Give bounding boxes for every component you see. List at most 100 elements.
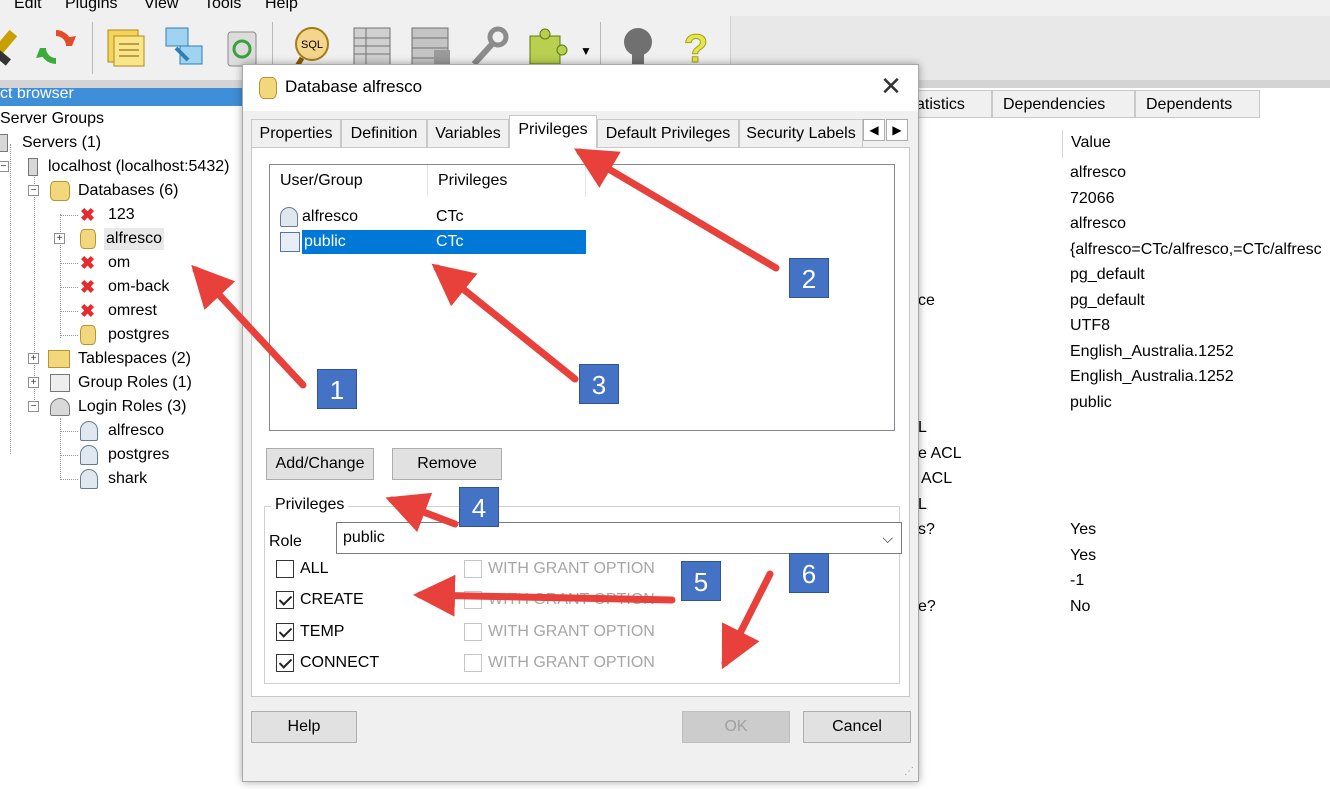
tree-tablespaces[interactable]: + Tablespaces (2) [0, 348, 220, 370]
grant-option-checkbox[interactable] [464, 560, 482, 578]
tree-servers[interactable]: Servers (1) [0, 132, 120, 154]
list-item[interactable]: alfresco CTc [278, 205, 586, 229]
tab-privileges[interactable]: Privileges [509, 115, 597, 148]
role-label: Role [269, 533, 302, 550]
value-column-header[interactable]: Value [1062, 130, 1330, 158]
menu-plugins[interactable]: Plugins [65, 0, 117, 13]
property-value: {alfresco=CTc/alfresco,=CTc/alfresc [1070, 241, 1322, 258]
tree-db-item[interactable]: ✖ om [0, 252, 200, 274]
property-value: pg_default [1070, 266, 1145, 283]
tree-db-item[interactable]: ✖ 123 [0, 204, 200, 226]
menu-bar: Edit Plugins View Tools Help [0, 0, 1330, 16]
database-icon [50, 181, 70, 201]
list-item[interactable]: public CTc [278, 230, 586, 254]
chevron-down-icon[interactable]: ⌵ [882, 523, 893, 553]
grant-option-label: WITH GRANT OPTION [488, 623, 655, 640]
annotation-badge-4: 4 [459, 487, 499, 527]
cancel-button[interactable]: Cancel [803, 711, 911, 743]
tab-properties[interactable]: Properties [251, 119, 341, 147]
tree-group-roles[interactable]: + Group Roles (1) [0, 372, 220, 394]
ok-button[interactable]: OK [682, 711, 790, 743]
tab-dependents[interactable]: Dependents [1135, 90, 1260, 118]
tree-db-item[interactable]: + alfresco [0, 228, 200, 250]
list-item-user: public [304, 233, 346, 250]
toolbar-separator [92, 22, 93, 74]
tree-login-item[interactable]: postgres [0, 444, 200, 466]
tab-definition[interactable]: Definition [341, 119, 427, 147]
help-button[interactable]: Help [251, 711, 357, 743]
list-item-user: alfresco [302, 208, 359, 225]
property-value: UTF8 [1070, 317, 1110, 334]
database-icon [259, 77, 277, 99]
database-error-icon: ✖ [80, 253, 96, 273]
tree-db-item[interactable]: postgres [0, 324, 200, 346]
tab-variables[interactable]: Variables [427, 119, 509, 147]
grant-option-checkbox[interactable] [464, 591, 482, 609]
privileges-page: User/Group Privileges alfresco CTc publi… [251, 147, 910, 697]
create-checkbox[interactable] [276, 591, 294, 609]
menu-help[interactable]: Help [265, 0, 298, 13]
annotation-badge-3: 3 [579, 364, 619, 404]
temp-checkbox[interactable] [276, 623, 294, 641]
expand-icon[interactable]: + [54, 233, 65, 244]
tree-login-item[interactable]: shark [0, 468, 200, 490]
tree-databases[interactable]: − Databases (6) [0, 180, 200, 202]
tab-default-privileges[interactable]: Default Privileges [597, 119, 739, 147]
collapse-icon[interactable]: − [28, 401, 39, 412]
close-icon[interactable]: ✕ [878, 73, 904, 99]
connect-label: CONNECT [300, 654, 380, 671]
grant-option-label: WITH GRANT OPTION [488, 654, 655, 671]
properties-icon[interactable] [104, 24, 148, 70]
chevron-right-icon[interactable]: ▶ [886, 119, 908, 141]
grant-option-checkbox[interactable] [464, 623, 482, 641]
list-item-privileges: CTc [436, 233, 464, 250]
tree-db-item[interactable]: ✖ om-back [0, 276, 200, 298]
dropdown-icon[interactable]: ▼ [580, 44, 592, 58]
database-error-icon: ✖ [80, 205, 96, 225]
menu-edit[interactable]: Edit [14, 0, 42, 13]
menu-view[interactable]: View [144, 0, 178, 13]
server-icon [0, 134, 8, 152]
property-label: s? [918, 521, 935, 538]
chevron-left-icon[interactable]: ◀ [863, 119, 885, 141]
export-icon[interactable] [162, 24, 206, 70]
server-icon [28, 158, 38, 176]
dialog-title: Database alfresco [285, 77, 423, 96]
column-header-user-group[interactable]: User/Group [270, 165, 428, 197]
property-value: English_Australia.1252 [1070, 343, 1234, 360]
tree-login-item[interactable]: alfresco [0, 420, 200, 442]
property-label: L [918, 419, 927, 436]
dialog-titlebar: Database alfresco ✕ [243, 65, 918, 111]
database-icon [80, 325, 96, 345]
add-change-button[interactable]: Add/Change [266, 448, 374, 480]
menu-tools[interactable]: Tools [204, 0, 241, 13]
all-checkbox[interactable] [276, 560, 294, 578]
tree-db-item[interactable]: ✖ omrest [0, 300, 200, 322]
tree-localhost[interactable]: − localhost (localhost:5432) [0, 156, 250, 178]
annotation-badge-1: 1 [317, 369, 357, 409]
collapse-icon[interactable]: − [28, 185, 39, 196]
property-value: pg_default [1070, 292, 1145, 309]
property-value: alfresco [1070, 164, 1127, 181]
tab-statistics[interactable]: atistics [915, 90, 992, 118]
connect-checkbox[interactable] [276, 654, 294, 672]
plug-icon[interactable] [0, 24, 30, 70]
collapse-icon[interactable]: − [0, 161, 9, 172]
tab-dependencies[interactable]: Dependencies [992, 90, 1135, 118]
tree-login-roles[interactable]: − Login Roles (3) [0, 396, 220, 418]
refresh-icon[interactable] [34, 24, 78, 70]
annotation-badge-6: 6 [789, 553, 829, 593]
user-icon [80, 469, 98, 489]
tab-scroll-arrows: ◀ ▶ [863, 119, 909, 141]
property-label: e? [918, 598, 936, 615]
role-select[interactable]: public ⌵ [336, 522, 902, 554]
column-header-privileges[interactable]: Privileges [428, 165, 586, 197]
annotation-badge-2: 2 [789, 258, 829, 298]
tab-security-labels[interactable]: Security Labels [739, 119, 863, 147]
expand-icon[interactable]: + [28, 353, 39, 364]
resize-grip-icon[interactable]: ⋰ [904, 766, 914, 777]
property-value: alfresco [1070, 215, 1127, 232]
grant-option-checkbox[interactable] [464, 654, 482, 672]
expand-icon[interactable]: + [28, 377, 39, 388]
remove-button[interactable]: Remove [392, 448, 502, 480]
